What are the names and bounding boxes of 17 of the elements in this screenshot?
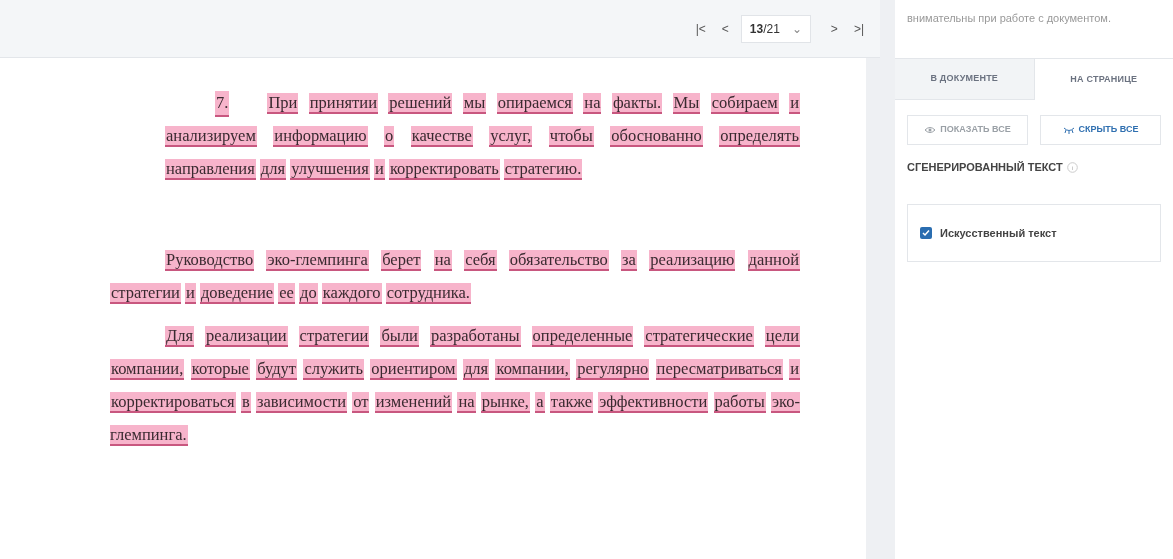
- next-page-button[interactable]: >: [826, 19, 842, 38]
- checkbox[interactable]: [920, 226, 932, 239]
- paragraph: Руководство эко-глемпинга берет на себя обязательство за реализацию данной стратегии и доведение ее до каждого сотрудника.: [110, 249, 800, 306]
- page-number-field[interactable]: 13/21: [749, 19, 780, 38]
- closed-eye-icon: [1062, 126, 1075, 134]
- eye-icon: [924, 126, 937, 134]
- paragraph: Для реализации стратегии были разработаны определенные стратегические цели компании, которые будут служить ориентиром для компании, регулярно пересматриваться и корректироваться в зависимости от изменений на рынке, а также эффективности работы эко-глемпинга.: [110, 325, 800, 448]
- previous-page-button[interactable]: <: [717, 19, 733, 38]
- section-title: СГЕНЕРИРОВАННЫЙ ТЕКСТ: [907, 160, 1063, 175]
- tab[interactable]: В ДОКУМЕНТЕ: [895, 59, 1035, 100]
- paragraph: 7. При принятии решений мы опираемся на факты. Мы собираем и анализируем информацию о качестве услуг, чтобы обоснованно определять направления для улучшения и корректировать стратегию.: [165, 90, 800, 182]
- last-page-button[interactable]: >|: [849, 19, 868, 38]
- hide-all-button[interactable]: СКРЫТЬ ВСЕ: [1040, 115, 1161, 145]
- checkbox-label[interactable]: Искусственный текст: [940, 224, 1057, 241]
- first-page-button[interactable]: |<: [691, 19, 710, 38]
- dropdown-caret[interactable]: ⌄: [791, 19, 802, 38]
- info-text: внимательны при работе с документом.: [906, 11, 1112, 26]
